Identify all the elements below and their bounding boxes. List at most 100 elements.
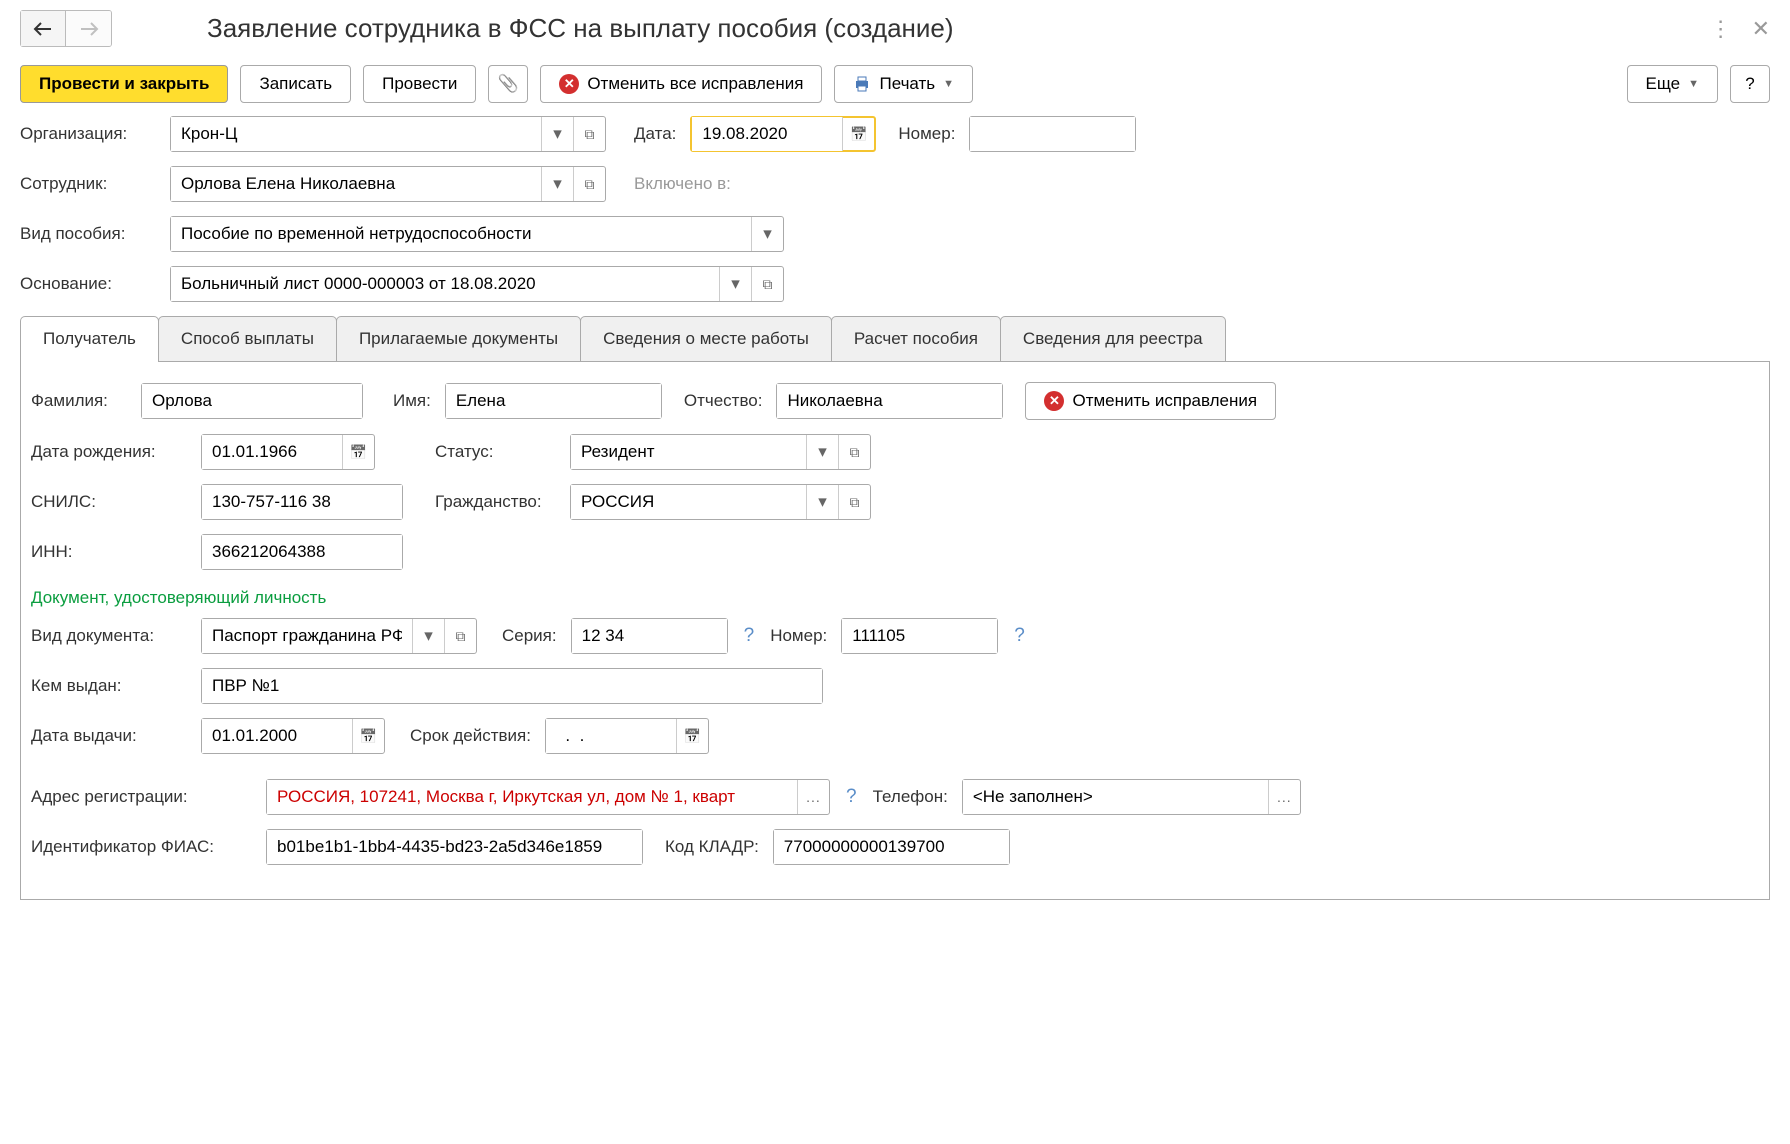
citizenship-input[interactable] xyxy=(571,485,806,519)
ellipsis-icon[interactable]: ... xyxy=(797,780,829,814)
date-input[interactable] xyxy=(692,117,842,151)
issued-by-input[interactable] xyxy=(202,669,822,703)
calendar-icon[interactable] xyxy=(842,117,874,151)
tab-benefit-calc[interactable]: Расчет пособия xyxy=(831,316,1001,361)
basis-input[interactable] xyxy=(171,267,719,301)
more-button[interactable]: Еще ▼ xyxy=(1627,65,1718,103)
employee-field[interactable]: ▾ xyxy=(170,166,606,202)
kladr-input[interactable] xyxy=(774,830,1009,864)
open-icon[interactable] xyxy=(838,435,870,469)
phone-input[interactable] xyxy=(963,780,1268,814)
series-input[interactable] xyxy=(572,619,727,653)
snils-label: СНИЛС: xyxy=(31,492,191,512)
close-icon[interactable]: ✕ xyxy=(1752,16,1770,42)
name-input[interactable] xyxy=(446,384,661,418)
organization-label: Организация: xyxy=(20,124,160,144)
nav-buttons xyxy=(20,10,112,47)
phone-field[interactable]: ... xyxy=(962,779,1301,815)
print-button[interactable]: Печать ▼ xyxy=(834,65,973,103)
issue-date-field[interactable] xyxy=(201,718,385,754)
inn-label: ИНН: xyxy=(31,542,191,562)
surname-input[interactable] xyxy=(142,384,362,418)
doc-type-field[interactable]: ▾ xyxy=(201,618,477,654)
help-icon[interactable]: ? xyxy=(846,786,857,808)
nav-back-button[interactable] xyxy=(21,11,66,46)
tab-registry-info[interactable]: Сведения для реестра xyxy=(1000,316,1226,361)
fias-input[interactable] xyxy=(267,830,642,864)
basis-field[interactable]: ▾ xyxy=(170,266,784,302)
dob-field[interactable] xyxy=(201,434,375,470)
doc-number-label: Номер: xyxy=(770,626,831,646)
cancel-icon: ✕ xyxy=(559,74,579,94)
expiry-field[interactable] xyxy=(545,718,709,754)
cancel-all-corrections-button[interactable]: ✕ Отменить все исправления xyxy=(540,65,822,103)
chevron-down-icon: ▼ xyxy=(943,78,954,90)
help-icon[interactable]: ? xyxy=(744,625,755,647)
printer-icon xyxy=(853,75,871,93)
nav-forward-button[interactable] xyxy=(66,11,111,46)
employee-label: Сотрудник: xyxy=(20,174,160,194)
open-icon[interactable] xyxy=(751,267,783,301)
address-label: Адрес регистрации: xyxy=(31,787,256,807)
tab-attachments[interactable]: Прилагаемые документы xyxy=(336,316,581,361)
snils-input[interactable] xyxy=(202,485,402,519)
dob-input[interactable] xyxy=(202,435,342,469)
doc-type-label: Вид документа: xyxy=(31,626,191,646)
date-field[interactable] xyxy=(690,116,876,152)
open-icon[interactable] xyxy=(444,619,476,653)
status-field[interactable]: ▾ xyxy=(570,434,871,470)
citizenship-field[interactable]: ▾ xyxy=(570,484,871,520)
cancel-corrections-label: Отменить исправления xyxy=(1072,391,1257,411)
kebab-menu-icon[interactable]: ⋮ xyxy=(1710,16,1732,42)
paperclip-icon xyxy=(498,74,519,94)
calendar-icon[interactable] xyxy=(342,435,374,469)
help-icon[interactable]: ? xyxy=(1014,625,1025,647)
status-input[interactable] xyxy=(571,435,806,469)
series-label: Серия: xyxy=(502,626,561,646)
issued-by-label: Кем выдан: xyxy=(31,676,191,696)
address-field[interactable]: ... xyxy=(266,779,830,815)
kladr-label: Код КЛАДР: xyxy=(665,837,763,857)
expiry-input[interactable] xyxy=(546,719,676,753)
open-icon[interactable] xyxy=(838,485,870,519)
patronymic-input[interactable] xyxy=(777,384,1002,418)
help-button[interactable]: ? xyxy=(1730,65,1770,103)
ellipsis-icon[interactable]: ... xyxy=(1268,780,1300,814)
name-label: Имя: xyxy=(393,391,435,411)
issue-date-input[interactable] xyxy=(202,719,352,753)
cancel-icon: ✕ xyxy=(1044,391,1064,411)
benefit-type-input[interactable] xyxy=(171,217,751,251)
inn-input[interactable] xyxy=(202,535,402,569)
dropdown-icon[interactable]: ▾ xyxy=(719,267,751,301)
post-button[interactable]: Провести xyxy=(363,65,476,103)
cancel-all-label: Отменить все исправления xyxy=(587,74,803,94)
save-button[interactable]: Записать xyxy=(240,65,351,103)
open-icon[interactable] xyxy=(573,117,605,151)
cancel-corrections-button[interactable]: ✕ Отменить исправления xyxy=(1025,382,1276,420)
open-icon[interactable] xyxy=(573,167,605,201)
benefit-type-field[interactable]: ▾ xyxy=(170,216,784,252)
address-input[interactable] xyxy=(267,780,797,814)
post-and-close-button[interactable]: Провести и закрыть xyxy=(20,65,228,103)
doc-type-input[interactable] xyxy=(202,619,412,653)
dropdown-icon[interactable]: ▾ xyxy=(541,117,573,151)
organization-field[interactable]: ▾ xyxy=(170,116,606,152)
dropdown-icon[interactable]: ▾ xyxy=(541,167,573,201)
calendar-icon[interactable] xyxy=(676,719,708,753)
dropdown-icon[interactable]: ▾ xyxy=(751,217,783,251)
tab-recipient[interactable]: Получатель xyxy=(20,316,159,361)
organization-input[interactable] xyxy=(171,117,541,151)
number-field[interactable] xyxy=(969,116,1136,152)
dropdown-icon[interactable]: ▾ xyxy=(806,485,838,519)
attach-button[interactable] xyxy=(488,65,528,103)
print-label: Печать xyxy=(879,74,935,94)
benefit-type-label: Вид пособия: xyxy=(20,224,160,244)
number-input[interactable] xyxy=(970,117,1135,151)
tab-payment-method[interactable]: Способ выплаты xyxy=(158,316,337,361)
calendar-icon[interactable] xyxy=(352,719,384,753)
dropdown-icon[interactable]: ▾ xyxy=(806,435,838,469)
doc-number-input[interactable] xyxy=(842,619,997,653)
employee-input[interactable] xyxy=(171,167,541,201)
dropdown-icon[interactable]: ▾ xyxy=(412,619,444,653)
tab-workplace-info[interactable]: Сведения о месте работы xyxy=(580,316,832,361)
